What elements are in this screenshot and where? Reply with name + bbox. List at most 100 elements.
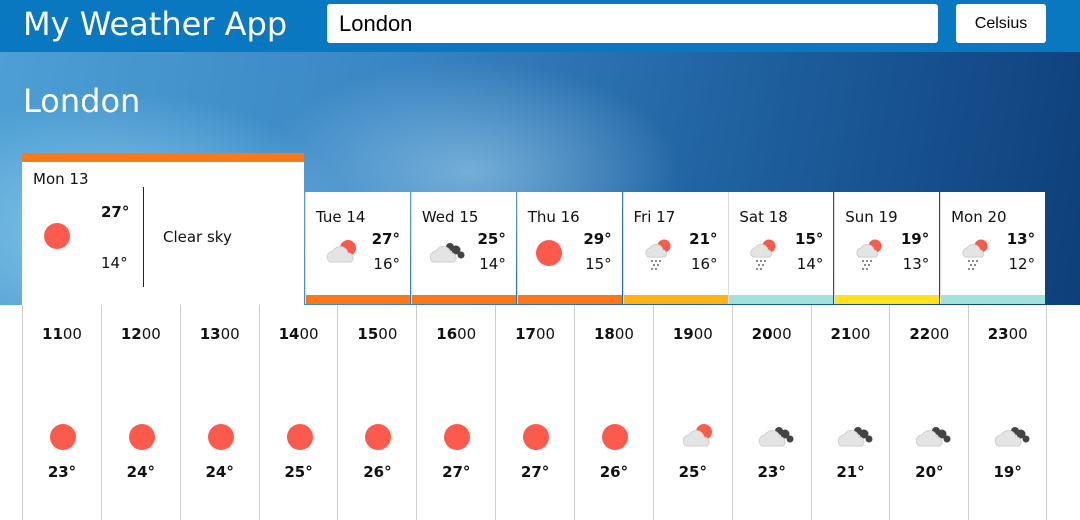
hour-time: 1800 [593, 325, 634, 343]
sun-icon [520, 422, 552, 454]
day-low: 16° [373, 255, 400, 273]
hour-column: 2100 21° [810, 305, 890, 520]
day-card[interactable]: Mon 20 13° 12° [940, 192, 1046, 304]
hour-time: 1700 [515, 325, 556, 343]
day-color-bar [835, 295, 940, 304]
cloud-icon [428, 238, 468, 268]
selected-day-low: 14° [101, 254, 128, 272]
temperature-unit-button[interactable]: Celsius [956, 4, 1046, 43]
day-high: 21° [689, 230, 718, 248]
day-card[interactable]: Fri 17 21° 16° [622, 192, 728, 304]
sun-icon [441, 422, 473, 454]
hour-time: 2100 [830, 325, 871, 343]
hour-temp: 23° [757, 463, 786, 481]
day-high: 25° [477, 230, 506, 248]
hour-temp: 27° [520, 463, 550, 481]
city-name: London [23, 82, 141, 120]
hour-time: 2000 [751, 325, 792, 343]
day-low: 14° [479, 255, 506, 273]
hour-time: 2200 [909, 325, 950, 343]
day-color-bar [306, 295, 410, 304]
day-card[interactable]: Tue 14 27° 16° [305, 192, 410, 304]
day-low: 14° [796, 255, 824, 273]
hour-time: 2300 [987, 325, 1028, 343]
hour-column: 1700 27° [495, 305, 574, 520]
cloud-icon [757, 422, 794, 454]
hour-time: 1200 [120, 325, 161, 343]
hour-temp: 19° [993, 463, 1022, 481]
hour-time: 1100 [42, 325, 82, 343]
sun-icon [362, 422, 394, 454]
hour-column: 1200 24° [100, 305, 180, 520]
hour-temp: 20° [915, 463, 944, 481]
hour-column: 1500 26° [337, 305, 416, 520]
hour-temp: 25° [284, 463, 313, 481]
app-header: My Weather App Celsius [0, 0, 1080, 52]
hour-column: 2000 23° [731, 305, 811, 520]
day-color-bar [941, 295, 1046, 304]
day-name: Thu 16 [527, 208, 580, 226]
sun-icon [534, 238, 574, 268]
sun-icon [599, 422, 631, 454]
day-low: 15° [585, 255, 612, 273]
day-card[interactable]: Wed 15 25° 14° [410, 192, 516, 304]
day-low: 13° [902, 255, 930, 273]
hour-time: 1600 [436, 325, 477, 343]
selected-day-divider [143, 187, 144, 287]
day-name: Sun 19 [845, 208, 898, 226]
sun-cloud-icon [678, 422, 712, 454]
cloud-icon [836, 422, 872, 454]
day-name: Sat 18 [739, 208, 788, 226]
day-card[interactable]: Sun 19 19° 13° [834, 192, 940, 304]
hour-column: 1400 25° [258, 305, 338, 520]
selected-day-name: Mon 13 [33, 170, 89, 188]
day-name: Mon 20 [951, 208, 1007, 226]
hour-temp: 27° [442, 463, 471, 481]
cloud-icon [914, 422, 951, 454]
hour-temp: 21° [836, 463, 865, 481]
day-name: Fri 17 [633, 208, 676, 226]
rain-icon [640, 238, 680, 270]
sun-icon [205, 422, 237, 454]
day-name: Wed 15 [421, 208, 479, 226]
day-high: 27° [371, 230, 400, 248]
hour-time: 1300 [199, 325, 240, 343]
hour-column: 1900 25° [652, 305, 732, 520]
selected-day-high: 27° [101, 203, 130, 221]
day-high: 13° [1006, 230, 1036, 248]
day-color-bar [623, 295, 728, 304]
hour-column: 1800 26° [573, 305, 653, 520]
hour-time: 1400 [278, 325, 319, 343]
rain-icon [745, 238, 785, 270]
hour-column: 2200 20° [889, 305, 968, 520]
hour-column: 1300 24° [179, 305, 259, 520]
hour-column: 2300 19° [968, 305, 1048, 520]
day-low: 16° [690, 255, 718, 273]
day-card[interactable]: Thu 16 29° 15° [516, 192, 622, 304]
hour-temp: 24° [205, 463, 234, 481]
day-color-bar [729, 295, 834, 304]
sun-cloud-icon [322, 238, 362, 268]
day-name: Tue 14 [316, 208, 366, 226]
hour-time: 1500 [357, 325, 398, 343]
day-high: 29° [583, 230, 612, 248]
hour-temp: 25° [678, 463, 707, 481]
selected-day-color-bar [22, 153, 304, 162]
day-color-bar [517, 295, 622, 304]
rain-icon [957, 238, 997, 270]
day-high: 15° [795, 230, 824, 248]
weather-description: Clear sky [163, 228, 232, 246]
selected-day-card[interactable]: Mon 13 27° 14° Clear sky [22, 153, 304, 305]
city-search-input[interactable] [327, 4, 938, 43]
cloud-icon [993, 422, 1030, 454]
rain-icon [851, 238, 891, 270]
day-card[interactable]: Sat 18 15° 14° [728, 192, 834, 304]
hour-temp: 26° [599, 463, 629, 481]
hour-time: 1900 [672, 325, 713, 343]
sun-icon [126, 422, 158, 454]
hour-temp: 23° [47, 463, 77, 481]
hour-temp: 24° [126, 463, 156, 481]
hour-temp: 26° [363, 463, 392, 481]
hour-column: 1600 27° [416, 305, 495, 520]
day-color-bar [411, 295, 516, 304]
